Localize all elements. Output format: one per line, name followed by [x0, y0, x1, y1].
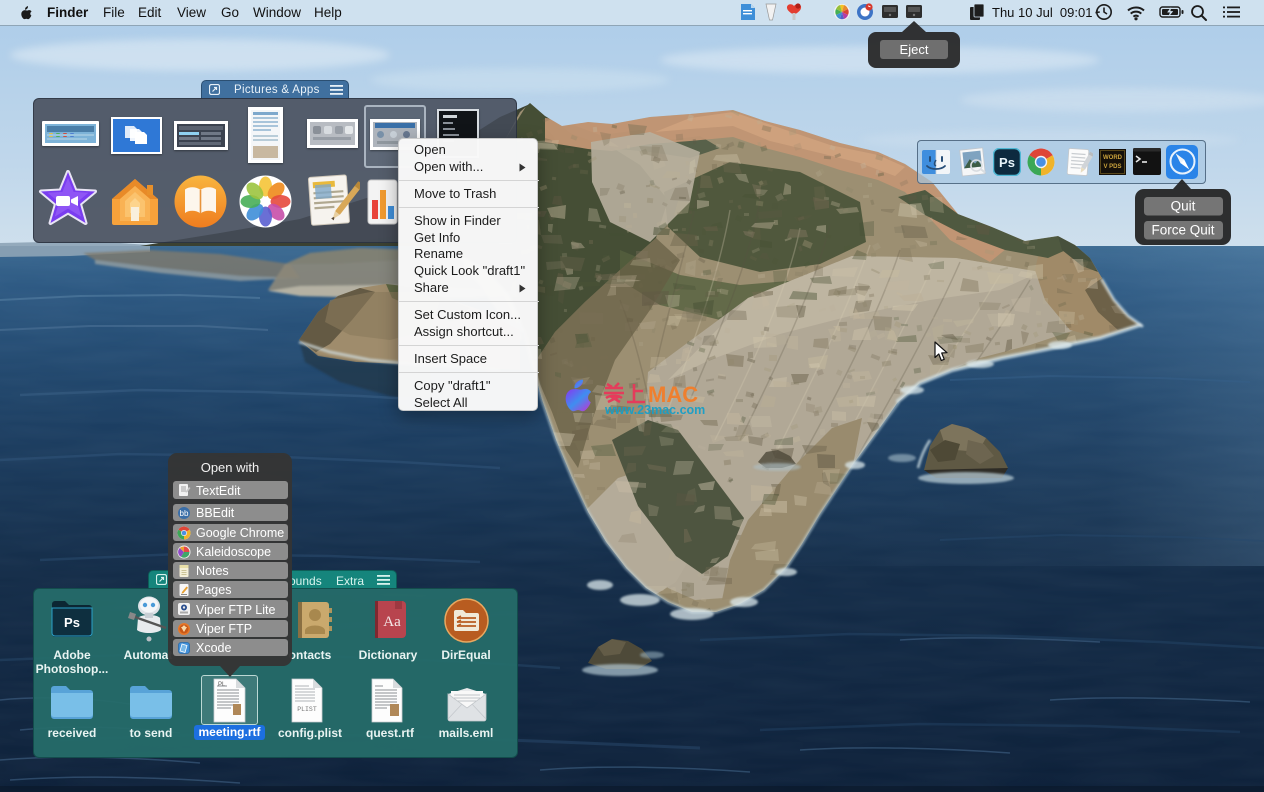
svg-text:www.23mac.com: www.23mac.com — [604, 403, 705, 417]
svg-text:PLIST: PLIST — [297, 706, 317, 713]
svg-text:Ps: Ps — [64, 615, 80, 630]
svg-text:PL: PL — [218, 682, 226, 688]
svg-text:V PDS: V PDS — [1103, 164, 1121, 170]
svg-text:Aa: Aa — [383, 614, 401, 630]
svg-text:Open with: Open with — [201, 460, 260, 475]
svg-text:bb: bb — [180, 509, 189, 518]
svg-text:WORD: WORD — [1103, 155, 1123, 161]
svg-text:Quit: Quit — [1171, 199, 1196, 214]
svg-text:Ps: Ps — [999, 155, 1015, 170]
svg-text:Force Quit: Force Quit — [1151, 223, 1214, 238]
svg-text:Eject: Eject — [900, 42, 929, 57]
